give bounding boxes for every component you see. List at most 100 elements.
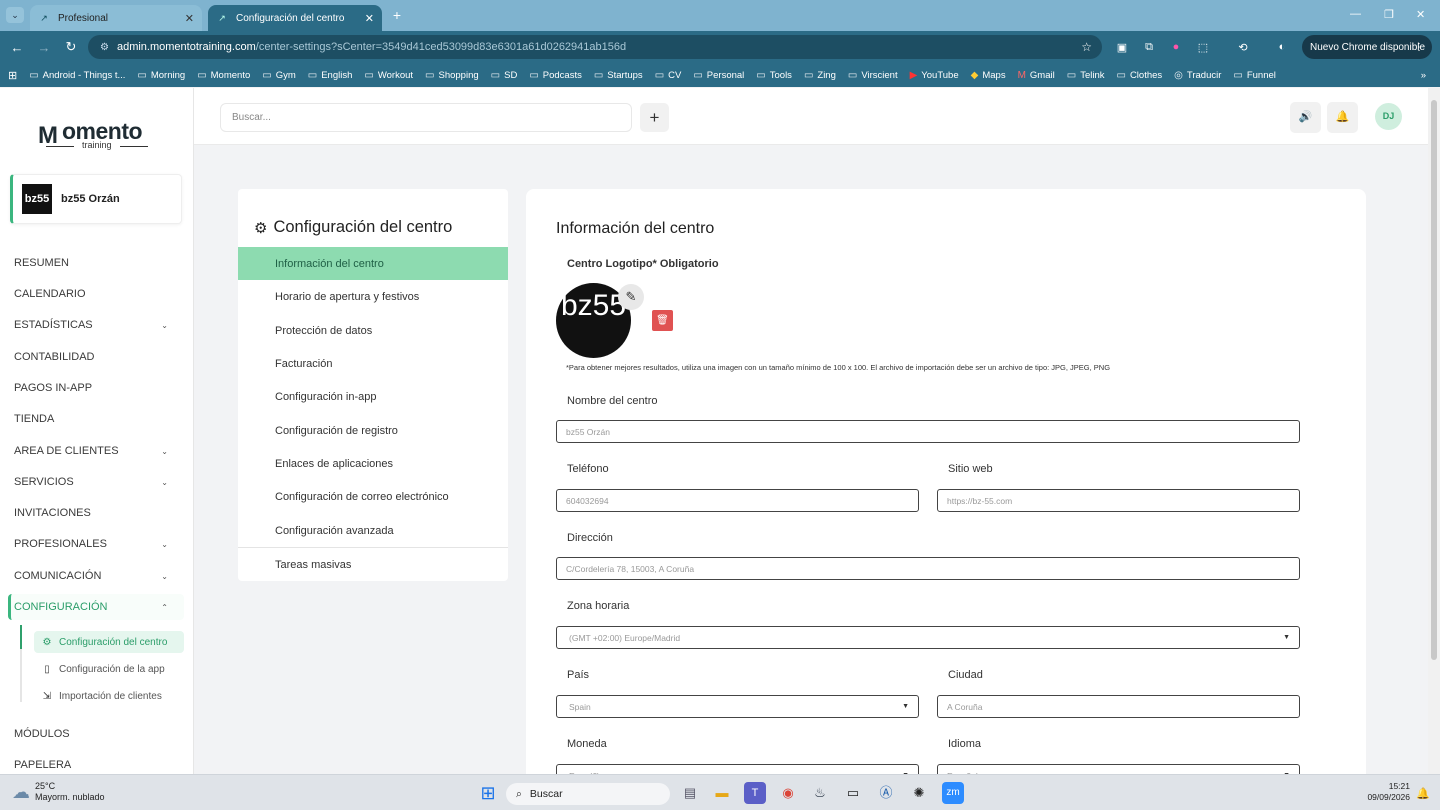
nav-pagos-in-app[interactable]: PAGOS IN-APP <box>14 380 184 396</box>
windows-start-icon[interactable]: ⊞ <box>477 782 499 804</box>
profile-icon[interactable]: ◐ <box>1274 41 1290 53</box>
subnav-config-centro[interactable]: ⚙ Configuración del centro <box>34 631 184 653</box>
nav-tienda[interactable]: TIENDA <box>14 411 184 427</box>
bookmark-item[interactable]: ▭ Funnel <box>1233 70 1276 81</box>
menu-config-correo[interactable]: Configuración de correo electrónico <box>238 480 508 513</box>
nav-modulos[interactable]: MÓDULOS <box>14 726 184 742</box>
close-tab-icon[interactable]: ✕ <box>185 12 194 25</box>
bookmark-item[interactable]: ▭ SD <box>491 70 518 81</box>
nav-area-clientes[interactable]: AREA DE CLIENTES ⌄ <box>14 443 184 459</box>
bookmark-item[interactable]: ▭ Shopping <box>425 70 479 81</box>
menu-config-registro[interactable]: Configuración de registro <box>238 414 508 447</box>
bookmark-item[interactable]: ▭ Telink <box>1067 70 1105 81</box>
menu-proteccion-datos[interactable]: Protección de datos <box>238 314 508 347</box>
center-name-field[interactable]: bz55 Orzán <box>556 420 1300 443</box>
nav-resumen[interactable]: RESUMEN <box>14 255 184 271</box>
phone-field[interactable]: 604032694 <box>556 489 919 512</box>
more-bookmarks-icon[interactable]: » <box>1421 70 1426 81</box>
bookmark-item[interactable]: ▭ Zing <box>804 70 836 81</box>
chrome-update-button[interactable]: Nuevo Chrome disponible ⋮ <box>1302 35 1432 59</box>
bookmark-item[interactable]: ▭ Virscient <box>848 70 898 81</box>
site-info-icon[interactable]: ⚙ <box>100 42 109 53</box>
volume-icon[interactable]: 🔊 <box>1290 102 1321 133</box>
menu-horario[interactable]: Horario de apertura y festivos <box>238 280 508 313</box>
menu-facturacion[interactable]: Facturación <box>238 347 508 380</box>
bookmark-item[interactable]: ▭ CV <box>655 70 682 81</box>
bookmark-item[interactable]: ▭ Clothes <box>1116 70 1162 81</box>
chatgpt-icon[interactable]: ✺ <box>908 782 930 804</box>
browser-tab-config[interactable]: ↗ Configuración del centro ✕ <box>208 5 382 31</box>
subnav-import-clientes[interactable]: ⇲ Importación de clientes <box>34 685 184 707</box>
menu-tareas-masivas[interactable]: Tareas masivas <box>238 548 508 581</box>
app-store-icon[interactable]: Ⓐ <box>875 782 897 804</box>
search-input[interactable]: Buscar... <box>220 103 632 132</box>
menu-info-centro[interactable]: Información del centro <box>238 247 508 280</box>
bookmark-item[interactable]: ▭ Personal <box>693 70 744 81</box>
steam-icon[interactable]: ♨ <box>809 782 831 804</box>
bookmark-item[interactable]: ▭ Android - Things t... <box>29 70 125 81</box>
nav-papelera[interactable]: PAPELERA <box>14 757 184 773</box>
system-clock[interactable]: 15:21 09/09/2026 <box>1367 781 1410 803</box>
close-tab-icon[interactable]: ✕ <box>365 12 374 25</box>
translate-icon[interactable]: ⧉ <box>1141 41 1157 54</box>
bookmark-item[interactable]: ▭ Tools <box>756 70 792 81</box>
bookmark-item[interactable]: ▭ Gym <box>262 70 296 81</box>
menu-config-avanzada[interactable]: Configuración avanzada <box>238 514 508 547</box>
timezone-select[interactable]: (GMT +02:00) Europe/Madrid ▼ <box>556 626 1300 649</box>
notification-icon[interactable]: 🔔 <box>1416 787 1430 800</box>
task-view-icon[interactable]: ▤ <box>679 782 701 804</box>
nav-contabilidad[interactable]: CONTABILIDAD <box>14 349 184 365</box>
chrome-icon[interactable]: ◉ <box>777 782 799 804</box>
add-button[interactable]: + <box>640 103 669 132</box>
extension-icon[interactable]: ● <box>1168 41 1184 53</box>
nav-comunicacion[interactable]: COMUNICACIÓN ⌄ <box>14 568 184 584</box>
forward-icon[interactable]: → <box>36 40 52 55</box>
city-field[interactable]: A Coruña <box>937 695 1300 718</box>
bookmark-item[interactable]: ◆ Maps <box>971 70 1006 81</box>
address-bar[interactable]: ⚙ admin.momentotraining.com/center-setti… <box>88 35 1102 59</box>
bookmark-item[interactable]: ▶ YouTube <box>910 70 959 81</box>
new-tab-button[interactable]: + <box>390 8 404 22</box>
screenshot-icon[interactable]: ▣ <box>1114 41 1130 54</box>
momento-logo[interactable]: M omento training <box>38 118 158 152</box>
back-icon[interactable]: ← <box>9 40 25 55</box>
page-scrollbar[interactable] <box>1428 88 1440 774</box>
terminal-icon[interactable]: ▭ <box>842 782 864 804</box>
nav-servicios[interactable]: SERVICIOS ⌄ <box>14 474 184 490</box>
edit-logo-icon[interactable]: ✎ <box>618 284 644 310</box>
nav-estadisticas[interactable]: ESTADÍSTICAS ⌄ <box>14 317 184 333</box>
address-field[interactable]: C/Cordelería 78, 15003, A Coruña <box>556 557 1300 580</box>
bookmark-item[interactable]: ▭ Workout <box>364 70 413 81</box>
apps-icon[interactable]: ⊞ <box>8 69 17 82</box>
history-icon[interactable]: ⟲ <box>1235 41 1251 54</box>
bookmark-item[interactable]: M Gmail <box>1018 70 1055 81</box>
bookmark-item[interactable]: ▭ Startups <box>594 70 643 81</box>
teams-icon[interactable]: T <box>744 782 766 804</box>
subnav-config-app[interactable]: ▯ Configuración de la app <box>34 658 184 680</box>
center-selector[interactable]: bz55 bz55 Orzán <box>10 174 182 224</box>
nav-configuracion[interactable]: CONFIGURACIÓN ⌃ <box>8 594 184 620</box>
reload-icon[interactable]: ↻ <box>63 39 79 55</box>
trash-icon[interactable]: 🗑 <box>652 310 673 331</box>
bookmark-star-icon[interactable]: ☆ <box>1081 40 1092 54</box>
browser-tab-profesional[interactable]: ↗ Profesional ✕ <box>30 5 202 31</box>
weather-widget[interactable]: ☁ 25°C Mayorm. nublado <box>12 781 105 803</box>
taskbar-search[interactable]: ⌕ Buscar <box>506 783 670 805</box>
bookmark-item[interactable]: ▭ English <box>308 70 353 81</box>
menu-enlaces-apps[interactable]: Enlaces de aplicaciones <box>238 447 508 480</box>
extensions-icon[interactable]: ⬚ <box>1195 41 1211 54</box>
file-explorer-icon[interactable]: ▬ <box>711 782 733 804</box>
bell-icon[interactable]: 🔔 <box>1327 102 1358 133</box>
nav-profesionales[interactable]: PROFESIONALES ⌄ <box>14 536 184 552</box>
close-window-icon[interactable]: ✕ <box>1416 8 1425 21</box>
bookmark-item[interactable]: ▭ Podcasts <box>529 70 582 81</box>
nav-calendario[interactable]: CALENDARIO <box>14 286 184 302</box>
zoom-icon[interactable]: zm <box>942 782 964 804</box>
scrollbar-thumb[interactable] <box>1431 100 1437 660</box>
bookmark-item[interactable]: ▭ Morning <box>137 70 185 81</box>
bookmark-item[interactable]: ▭ Momento <box>197 70 250 81</box>
menu-config-in-app[interactable]: Configuración in-app <box>238 380 508 413</box>
nav-invitaciones[interactable]: INVITACIONES <box>14 505 184 521</box>
country-select[interactable]: Spain ▼ <box>556 695 919 718</box>
tab-search-button[interactable]: ⌄ <box>6 7 24 23</box>
